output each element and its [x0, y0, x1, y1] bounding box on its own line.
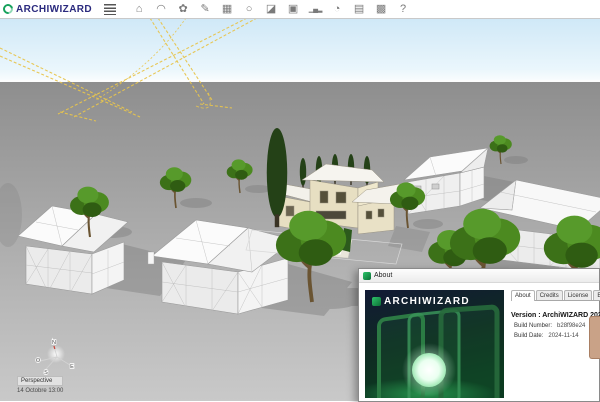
report-icon[interactable]: ▤: [348, 1, 370, 18]
building-icon[interactable]: ▣: [282, 1, 304, 18]
toolbar-icons: ⌂ ◠ ✿ ✎ ▦ ○ ◪ ▣ ▁▄▂ ◔ ▤ ▩ ?: [128, 1, 414, 18]
about-dialog: About ARCHIWIZARD: [358, 268, 600, 402]
projection-selector[interactable]: Perspective: [17, 376, 63, 386]
version-line: Version : ArchiWIZARD 2025.1 Up: [511, 312, 600, 319]
brand-text: ARCHIWIZARD: [16, 4, 92, 15]
build-date-row: Build Date: 2024-11-14: [511, 333, 600, 339]
menu-icon[interactable]: [104, 4, 116, 15]
about-brand-text: ARCHIWIZARD: [384, 296, 470, 307]
build-date-value: 2024-11-14: [548, 333, 578, 339]
build-number-row: Build Number: b28f98e24: [511, 323, 600, 329]
build-number-label: Build Number:: [514, 323, 552, 329]
chart-icon[interactable]: ▁▄▂: [304, 1, 326, 18]
about-brand-icon: [372, 297, 381, 306]
build-date-label: Build Date:: [514, 333, 543, 339]
main-toolbar: ARCHIWIZARD ⌂ ◠ ✿ ✎ ▦ ○ ◪ ▣ ▁▄▂ ◔ ▤ ▩ ?: [0, 0, 600, 19]
leaf-icon[interactable]: ✿: [172, 1, 194, 18]
tab-license[interactable]: License: [564, 290, 593, 300]
about-artwork: ARCHIWIZARD: [365, 290, 504, 398]
about-info-panel: About Credits License EULA Version : Arc…: [511, 290, 600, 339]
clipped-overlay-element: [589, 316, 600, 359]
table-icon[interactable]: ▩: [370, 1, 392, 18]
compass-w: O: [36, 358, 41, 364]
tab-eula[interactable]: EULA: [593, 290, 600, 300]
sun-path-icon[interactable]: ◠: [150, 1, 172, 18]
datetime-label: 14 Octobre 13:00: [17, 388, 63, 394]
brush-icon[interactable]: ✎: [194, 1, 216, 18]
logo-mark-icon: [1, 2, 15, 16]
help-icon[interactable]: ?: [392, 1, 414, 18]
compass-e: E: [70, 364, 74, 370]
sphere-icon[interactable]: ○: [238, 1, 260, 18]
tab-about[interactable]: About: [511, 290, 535, 301]
about-brand: ARCHIWIZARD: [372, 296, 470, 307]
texture-icon[interactable]: ▦: [216, 1, 238, 18]
compass-n: N: [52, 340, 56, 346]
dialog-title: About: [374, 272, 392, 279]
home-icon[interactable]: ⌂: [128, 1, 150, 18]
about-tabs: About Credits License EULA: [511, 290, 600, 301]
tab-credits[interactable]: Credits: [536, 290, 563, 300]
wall-icon[interactable]: ◪: [260, 1, 282, 18]
app-logo: ARCHIWIZARD: [0, 4, 92, 15]
dialog-body: ARCHIWIZARD: [359, 283, 599, 402]
dialog-title-bar[interactable]: About: [359, 269, 599, 283]
clock-icon[interactable]: ◔: [326, 1, 348, 18]
build-number-value: b28f98e24: [557, 323, 585, 329]
dialog-app-icon: [363, 272, 371, 280]
sky: [0, 18, 600, 82]
